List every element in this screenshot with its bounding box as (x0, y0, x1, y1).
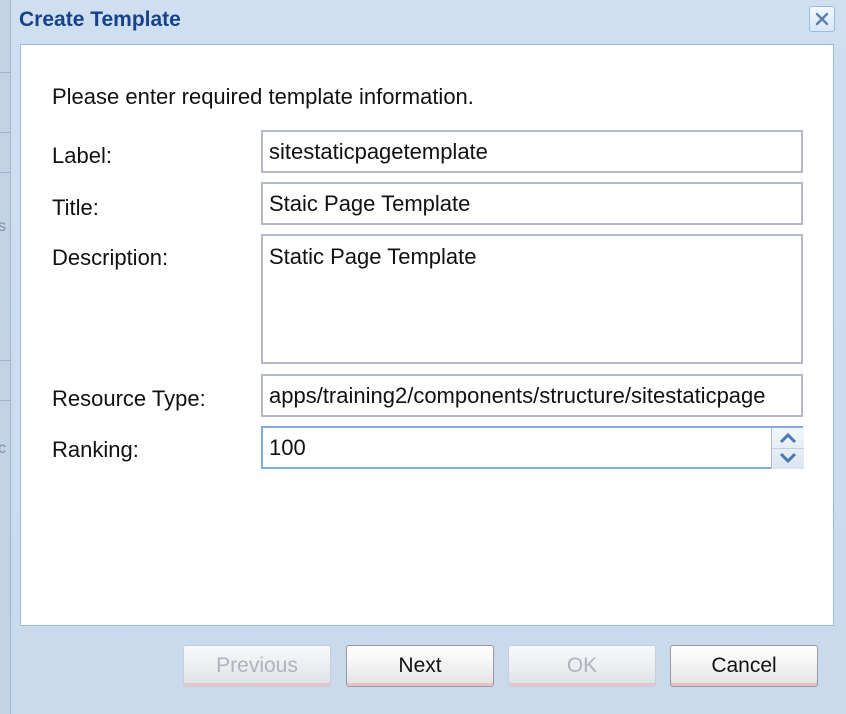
previous-button[interactable]: Previous (183, 645, 331, 687)
cancel-button[interactable]: Cancel (670, 645, 818, 687)
ok-button[interactable]: OK (508, 645, 656, 687)
dialog-titlebar[interactable]: Create Template (11, 0, 846, 40)
chevron-down-icon (779, 452, 797, 464)
ranking-increment[interactable] (772, 428, 804, 449)
background-text: c (0, 440, 6, 457)
create-template-dialog: Create Template Please enter required te… (10, 0, 846, 714)
label-input[interactable] (261, 130, 803, 173)
background-text: s (0, 218, 6, 235)
resource-type-input[interactable] (261, 374, 803, 417)
close-button[interactable] (809, 6, 835, 32)
dialog-body: Please enter required template informati… (20, 44, 834, 626)
resource-type-field-label: Resource Type: (52, 386, 206, 411)
ranking-field-label: Ranking: (52, 437, 139, 462)
description-textarea[interactable]: Static Page Template (261, 234, 803, 364)
next-button[interactable]: Next (346, 645, 494, 687)
ranking-input[interactable] (261, 426, 803, 469)
label-field-label: Label: (52, 143, 112, 168)
title-input[interactable] (261, 182, 803, 225)
description-field-label: Description: (52, 245, 169, 270)
ranking-decrement[interactable] (772, 448, 804, 468)
intro-text: Please enter required template informati… (52, 84, 474, 109)
chevron-up-icon (779, 432, 797, 444)
close-icon (815, 12, 829, 26)
dialog-title: Create Template (19, 8, 181, 31)
ranking-stepper[interactable] (771, 428, 804, 469)
title-field-label: Title: (52, 195, 99, 220)
